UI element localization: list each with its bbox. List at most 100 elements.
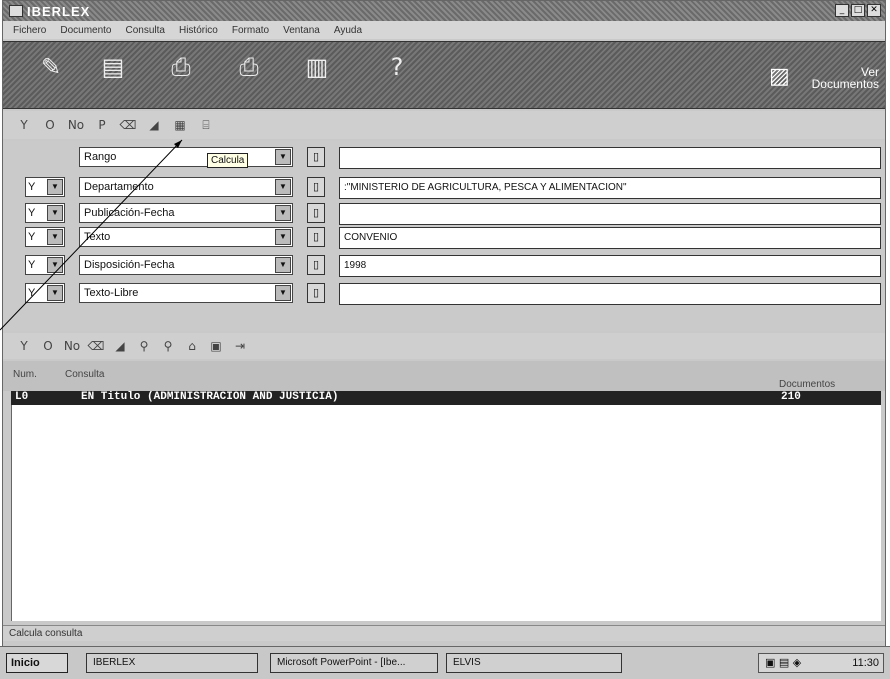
help-tool-icon[interactable]: ?: [379, 50, 415, 84]
field-select-value: Texto: [84, 231, 111, 243]
clear-icon[interactable]: ◢: [145, 118, 163, 132]
field-select[interactable]: Departamento ▼: [79, 177, 293, 197]
chevron-down-icon[interactable]: ▼: [47, 257, 63, 273]
operator-select-value: Y: [28, 287, 36, 299]
operator-select[interactable]: Y ▼: [25, 283, 65, 303]
chevron-down-icon[interactable]: ▼: [47, 179, 63, 195]
field-select[interactable]: Texto-Libre ▼: [79, 283, 293, 303]
field-select-value: Texto-Libre: [84, 287, 139, 299]
operator-select-value: Y: [28, 181, 36, 193]
chevron-down-icon[interactable]: ▼: [275, 179, 291, 195]
menu-historico[interactable]: Histórico: [177, 25, 220, 36]
save-tool-icon[interactable]: ▥: [299, 50, 335, 84]
operator-select-value: Y: [28, 259, 36, 271]
query-list-item[interactable]: L0 EN Titulo (ADMINISTRACION AND JUSTICI…: [11, 391, 881, 405]
num-column-header[interactable]: Num.: [13, 369, 37, 380]
close-button[interactable]: ✕: [867, 4, 881, 17]
title-bar[interactable]: IBERLEX _ □ ✕: [3, 1, 885, 21]
operator-select[interactable]: Y ▼: [25, 177, 65, 197]
criteria-row: Y ▼ Texto-Libre ▼ ▯: [3, 283, 885, 305]
not-operator-button[interactable]: No: [63, 339, 81, 353]
chevron-down-icon[interactable]: ▼: [275, 285, 291, 301]
and-operator-button[interactable]: Y: [15, 339, 33, 353]
ver-documentos-label: Ver Documentos: [811, 65, 879, 91]
or-operator-button[interactable]: O: [39, 339, 57, 353]
query-number: L0: [15, 391, 29, 403]
clipboard-icon[interactable]: ▯: [307, 147, 325, 167]
ver-documentos-button[interactable]: ▨ Ver Documentos: [769, 64, 879, 92]
minimize-button[interactable]: _: [835, 4, 849, 17]
clipboard-icon[interactable]: ▯: [307, 255, 325, 275]
export-icon[interactable]: ⇥: [231, 339, 249, 353]
criteria-value-input[interactable]: [339, 203, 881, 225]
criteria-row: Y ▼ Texto ▼ ▯ CONVENIO: [3, 227, 885, 249]
criteria-value-input[interactable]: :"MINISTERIO DE AGRICULTURA, PESCA Y ALI…: [339, 177, 881, 199]
search-icon[interactable]: ⚲: [135, 339, 153, 353]
eraser-icon[interactable]: ⌫: [87, 339, 105, 353]
criteria-value-input[interactable]: [339, 147, 881, 169]
chevron-down-icon[interactable]: ▼: [275, 257, 291, 273]
query-text: EN Titulo (ADMINISTRACION AND JUSTICIA): [81, 391, 339, 403]
query-toolbar: Y O No ⌫ ◢ ⚲ ⚲ ⌂ ▣ ⇥: [3, 333, 885, 359]
chevron-down-icon[interactable]: ▼: [275, 229, 291, 245]
not-operator-button[interactable]: No: [67, 118, 85, 132]
eraser-icon[interactable]: ⌫: [119, 118, 137, 132]
chevron-down-icon[interactable]: ▼: [275, 149, 291, 165]
criteria-value-input[interactable]: 1998: [339, 255, 881, 277]
clear-icon[interactable]: ◢: [111, 339, 129, 353]
menu-fichero[interactable]: Fichero: [11, 25, 48, 36]
query-column-header[interactable]: Consulta: [65, 369, 104, 380]
proximity-operator-button[interactable]: P: [93, 118, 111, 132]
menu-documento[interactable]: Documento: [58, 25, 113, 36]
task-iberlex[interactable]: IBERLEX: [86, 653, 258, 673]
chevron-down-icon[interactable]: ▼: [47, 229, 63, 245]
start-label: Inicio: [11, 657, 40, 669]
criteria-value-input[interactable]: [339, 283, 881, 305]
print-tool-icon[interactable]: ⎙: [163, 50, 199, 84]
menu-ayuda[interactable]: Ayuda: [332, 25, 364, 36]
query-list[interactable]: [11, 405, 881, 621]
and-operator-button[interactable]: Y: [15, 118, 33, 132]
menu-consulta[interactable]: Consulta: [124, 25, 167, 36]
open-folder-icon[interactable]: ⌂: [183, 339, 201, 353]
edit-tool-icon[interactable]: ✎: [33, 50, 69, 84]
save-icon[interactable]: ▣: [207, 339, 225, 353]
print-preview-tool-icon[interactable]: ⎙: [231, 50, 267, 84]
app-icon[interactable]: [9, 5, 23, 17]
operator-select[interactable]: Y ▼: [25, 255, 65, 275]
menu-ventana[interactable]: Ventana: [281, 25, 322, 36]
clipboard-icon[interactable]: ▯: [307, 177, 325, 197]
criteria-value-input[interactable]: CONVENIO: [339, 227, 881, 249]
criteria-panel: Rango ▼ ▯ Y ▼ Departamento ▼ ▯ :"MINISTERIO…: [3, 141, 885, 331]
calculator-icon[interactable]: ▦: [171, 118, 189, 132]
clipboard-icon[interactable]: ▯: [307, 203, 325, 223]
refine-search-icon[interactable]: ⚲: [159, 339, 177, 353]
open-query-icon[interactable]: ⌸: [197, 118, 215, 133]
operator-select-value: Y: [28, 207, 36, 219]
tray-icons[interactable]: ▣ ▤ ◈: [765, 654, 801, 672]
criteria-row: Y ▼ Publicación-Fecha ▼ ▯: [3, 203, 885, 225]
clipboard-icon[interactable]: ▯: [307, 283, 325, 303]
operator-select[interactable]: Y ▼: [25, 227, 65, 247]
clipboard-icon[interactable]: ▯: [307, 227, 325, 247]
or-operator-button[interactable]: O: [41, 118, 59, 132]
chevron-down-icon[interactable]: ▼: [47, 285, 63, 301]
clock: 11:30: [852, 657, 879, 669]
documents-column-header[interactable]: Documentos: [779, 379, 835, 390]
field-select[interactable]: Rango ▼: [79, 147, 293, 167]
chevron-down-icon[interactable]: ▼: [47, 205, 63, 221]
criteria-row: Y ▼ Departamento ▼ ▯ :"MINISTERIO DE AGRIC…: [3, 177, 885, 199]
menu-formato[interactable]: Formato: [230, 25, 271, 36]
field-select[interactable]: Disposición-Fecha ▼: [79, 255, 293, 275]
task-elvis[interactable]: ELVIS: [446, 653, 622, 673]
chevron-down-icon[interactable]: ▼: [275, 205, 291, 221]
calcula-tooltip: Calcula: [207, 153, 249, 168]
field-select[interactable]: Publicación-Fecha ▼: [79, 203, 293, 223]
field-select[interactable]: Texto ▼: [79, 227, 293, 247]
start-button[interactable]: Inicio: [6, 653, 68, 673]
status-bar: Calcula consulta: [3, 625, 885, 641]
task-powerpoint[interactable]: Microsoft PowerPoint - [Ibe...: [270, 653, 438, 673]
document-tool-icon[interactable]: ▤: [95, 50, 131, 84]
operator-select[interactable]: Y ▼: [25, 203, 65, 223]
maximize-button[interactable]: □: [851, 4, 865, 17]
